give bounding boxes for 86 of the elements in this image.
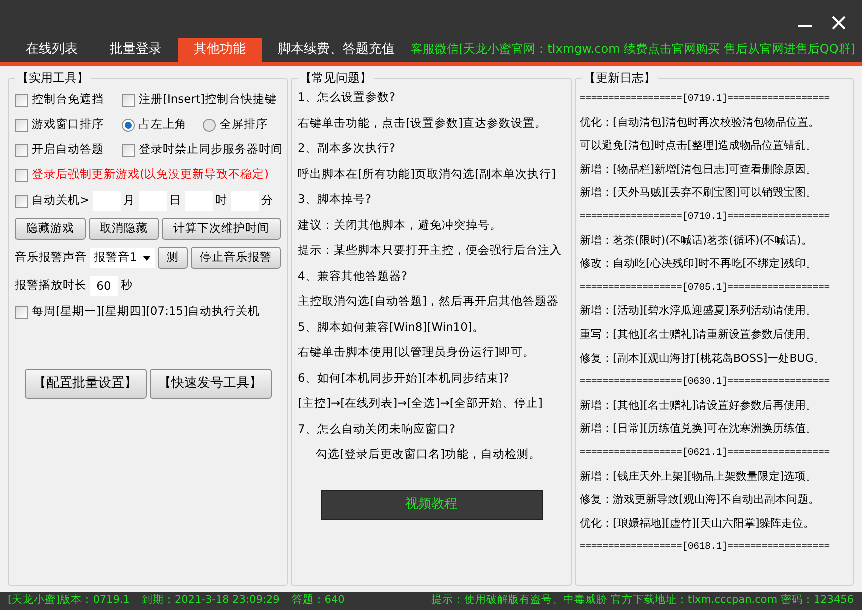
status-text: 到期：2021-3-18 23:09:29 [142,593,280,608]
field-label: 报警播放时长 [15,277,87,294]
status-text: 答题：640 [292,593,345,608]
faq-question: 3、脚本掉号? [298,191,372,208]
dropdown-arrow-icon [143,256,151,260]
tab[interactable]: 其他功能 [178,38,262,62]
checkbox[interactable] [15,168,28,182]
faq-answer: 主控取消勾选[自动答题]，然后再开启其他答题器 [298,293,560,310]
tool-button[interactable]: 取消隐藏 [88,218,160,240]
faq-question: 6、如何[本机同步开始][本机同步结束]? [298,370,510,386]
changelog-entry: 新增：[天外马贼][丢弃不刷宝图]可以销毁宝图。 [580,185,818,202]
tool-button[interactable]: 测 [158,247,188,269]
panel-title: 【更新日志】 [582,70,658,86]
radio-label: 全屏排序 [220,116,268,134]
faq-question: 5、脚本如何兼容[Win8][Win10]。 [298,318,486,336]
checkbox[interactable] [15,118,28,132]
checkbox-label: 游戏窗口排序 [32,116,104,134]
faq-answer: 右键单击脚本使用[以管理员身份运行]即可。 [298,344,536,361]
changelog-entry: 修复：[副本][观山海]打[桃花岛BOSS]一处BUG。 [580,350,826,367]
tab[interactable]: 脚本续费、答题充值 [262,38,411,62]
radio-label: 占左上角 [139,116,187,134]
changelog-entry: 优化：[自动清包]清包时再次校验清包物品位置。 [580,114,821,131]
tool-button[interactable]: 【配置批量设置】 [24,369,146,399]
sound-select[interactable]: 报警音1 [90,248,155,268]
checkbox[interactable] [122,94,135,106]
changelog-entry: 新增：茗茶(限时)(不喊话)茗茶(循环)(不喊话)。 [580,232,814,249]
checkbox-label: 每周[星期一][星期四][07:15]自动执行关机 [32,303,260,320]
panel-title: 【实用工具】 [15,70,91,86]
checkbox[interactable] [15,306,28,318]
faq-answer: 右键单击功能，点击[设置参数]直达参数设置。 [298,114,548,132]
checkbox-label: 开启自动答题 [32,141,104,158]
faq-question: 7、怎么自动关闭未响应窗口? [298,420,456,438]
input-field[interactable]: 60 [90,276,118,296]
faq-question: 1、怎么设置参数? [298,89,396,106]
changelog-entry: 新增：[日常][历练值兑换]可在沈寒洲换历练值。 [580,421,818,438]
radio-button[interactable] [122,118,135,132]
radio-button[interactable] [203,118,216,132]
status-text: [天龙小蜜]版本：0719.1 [8,593,130,608]
checkbox-label: 登录时禁止同步服务器时间 [139,141,283,158]
checkbox[interactable] [15,194,28,208]
field-label: 日 [170,192,182,210]
checkbox[interactable] [15,144,28,156]
close-icon[interactable] [832,16,846,30]
version-separator: ==================[0719.1]================== [580,92,831,106]
faq-answer: 呼出脚本在[所有功能]页取消勾选[副本单次执行] [298,166,557,182]
changelog-entry: 新增：[钱庄天外上架][物品上架数量限定]选项。 [580,468,818,484]
checkbox-label: 登录后强制更新游戏(以免没更新导致不稳定) [32,166,269,184]
changelog-entry: 可以避免[清包]时点击[整理]造成物品位置错乱。 [580,138,818,154]
status-tip: 提示：使用破解版有盗号、中毒威胁 官方下载地址：tlxm.cccpan.com 密码：123456 [432,593,854,608]
notice-text: 客服微信[天龙小蜜官网：tlxmgw.com 续费点击官网购买 售后从官网进售后QQ群] [411,41,856,58]
changelog-entry: 修复：游戏更新导致[观山海]不自动出副本问题。 [580,492,821,508]
checkbox[interactable] [15,94,28,106]
panel-title: 【常见问题】 [298,70,374,86]
tool-button[interactable]: 计算下次维护时间 [162,218,282,240]
field-label: 月 [124,192,136,210]
tab[interactable]: 在线列表 [10,38,94,62]
changelog-entry: 新增：[活动][碧水浮瓜迎盛夏]系列活动请使用。 [580,303,818,320]
changelog-entry: 优化：[琅嬛福地][虚竹][天山六阳掌]躲阵走位。 [580,516,816,532]
changelog-entry: 新增：[物品栏]新增[清包日志]可查看删除原因。 [580,162,818,178]
changelog-entry: 重写：[其他][名士赠礼]请重新设置参数后使用。 [580,326,818,343]
checkbox-label: 注册[Insert]控制台快捷键 [139,91,277,108]
faq-answer: 勾选[登录后更改窗口名]功能，自动检测。 [315,446,542,463]
tab[interactable]: 批量登录 [94,38,178,62]
version-separator: ==================[0621.1]================== [580,446,831,460]
changelog-entry: 新增：[其他][名士赠礼]请设置好参数后再使用。 [580,398,818,414]
field-label: 音乐报警声音 [15,249,87,266]
faq-answer: 提示：某些脚本只要打开主控，便会强行后台注入 [298,242,563,259]
faq-question: 2、副本多次执行? [298,140,396,157]
version-separator: ==================[0705.1]================== [580,280,831,295]
field-label: 分 [262,192,274,210]
version-separator: ==================[0710.1]================== [580,210,831,224]
video-tutorial-button[interactable]: 视频教程 [320,490,542,520]
tool-button[interactable]: 停止音乐报警 [191,247,281,269]
version-separator: ==================[0618.1]================== [580,540,831,554]
checkbox-label: 自动关机> [32,192,90,210]
faq-question: 4、兼容其他答题器? [298,268,408,284]
field-label: 时 [216,192,228,210]
field-label: 秒 [121,277,133,294]
changelog-entry: 修改：自动吃[心决残印]时不再吃[不绑定]残印。 [580,256,818,272]
tool-button[interactable]: 隐藏游戏 [15,218,86,240]
faq-answer: [主控]→[在线列表]→[全选]→[全部开始、停止] [298,395,544,412]
version-separator: ==================[0630.1]================== [580,375,831,390]
checkbox[interactable] [122,144,135,156]
checkbox-label: 控制台免遮挡 [32,91,104,108]
faq-answer: 建议：关闭其他脚本，避免冲突掉号。 [298,216,503,234]
tool-button[interactable]: 【快速发号工具】 [150,369,272,399]
